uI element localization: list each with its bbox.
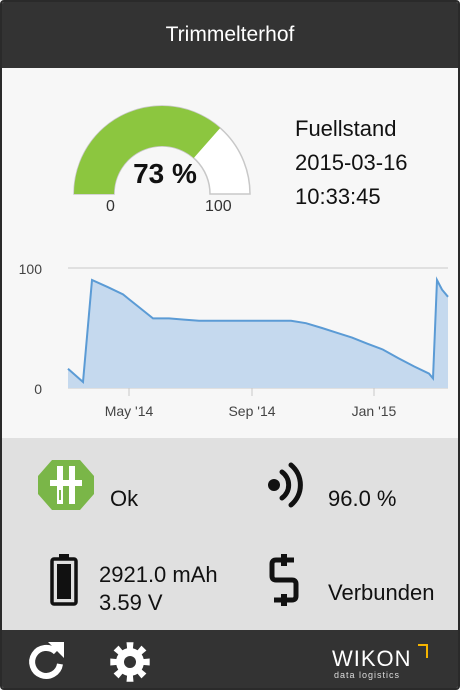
- reading-info: Fuellstand 2015-03-16 10:33:45: [295, 112, 408, 214]
- refresh-button[interactable]: [24, 640, 68, 684]
- reading-time: 10:33:45: [295, 184, 381, 209]
- reading-date: 2015-03-16: [295, 150, 408, 175]
- gear-icon: [110, 642, 150, 682]
- connection-status: Verbunden: [328, 580, 435, 605]
- x-tick-label: Sep '14: [228, 403, 275, 419]
- refresh-icon: [29, 642, 64, 679]
- history-chart: 100 0 May '14 Sep '14 Jan '15: [19, 261, 449, 419]
- app-footer: WIKON data logistics: [2, 630, 458, 688]
- gauge-max-label: 100: [205, 198, 232, 215]
- device-icon: [38, 460, 94, 510]
- level-panel: 73 % 0 100 Fuellstand 2015-03-16 10:33:4…: [2, 68, 458, 252]
- reading-label: Fuellstand: [295, 116, 397, 141]
- brand-logo: WIKON data logistics: [332, 642, 428, 680]
- gauge-min-label: 0: [106, 198, 115, 215]
- signal-icon: [268, 462, 303, 508]
- app-header: Trimmelterhof: [2, 2, 458, 68]
- battery-voltage: 3.59 V: [99, 590, 163, 615]
- history-chart-panel: 100 0 May '14 Sep '14 Jan '15: [2, 252, 458, 438]
- x-tick-label: Jan '15: [352, 403, 397, 419]
- battery-icon: [50, 554, 78, 606]
- brand-name: WIKON: [332, 646, 412, 671]
- connection-icon: [269, 554, 299, 606]
- device-state: Ok: [110, 486, 139, 511]
- battery-capacity: 2921.0 mAh: [99, 562, 218, 587]
- status-panel: Ok 96.0 % 2921.0 mAh 3.59 V Verbunden: [2, 438, 458, 630]
- y-tick-label: 100: [19, 261, 43, 277]
- page-title: Trimmelterhof: [165, 23, 295, 46]
- signal-strength: 96.0 %: [328, 486, 397, 511]
- gauge-value: 73 %: [133, 158, 197, 189]
- settings-button[interactable]: [108, 640, 152, 684]
- y-tick-label: 0: [34, 381, 42, 397]
- app-frame: Trimmelterhof 73 % 0 100 Fuellstand 2015…: [0, 0, 460, 690]
- brand-accent-icon: [418, 644, 428, 658]
- brand-tagline: data logistics: [334, 670, 401, 680]
- x-tick-label: May '14: [105, 403, 154, 419]
